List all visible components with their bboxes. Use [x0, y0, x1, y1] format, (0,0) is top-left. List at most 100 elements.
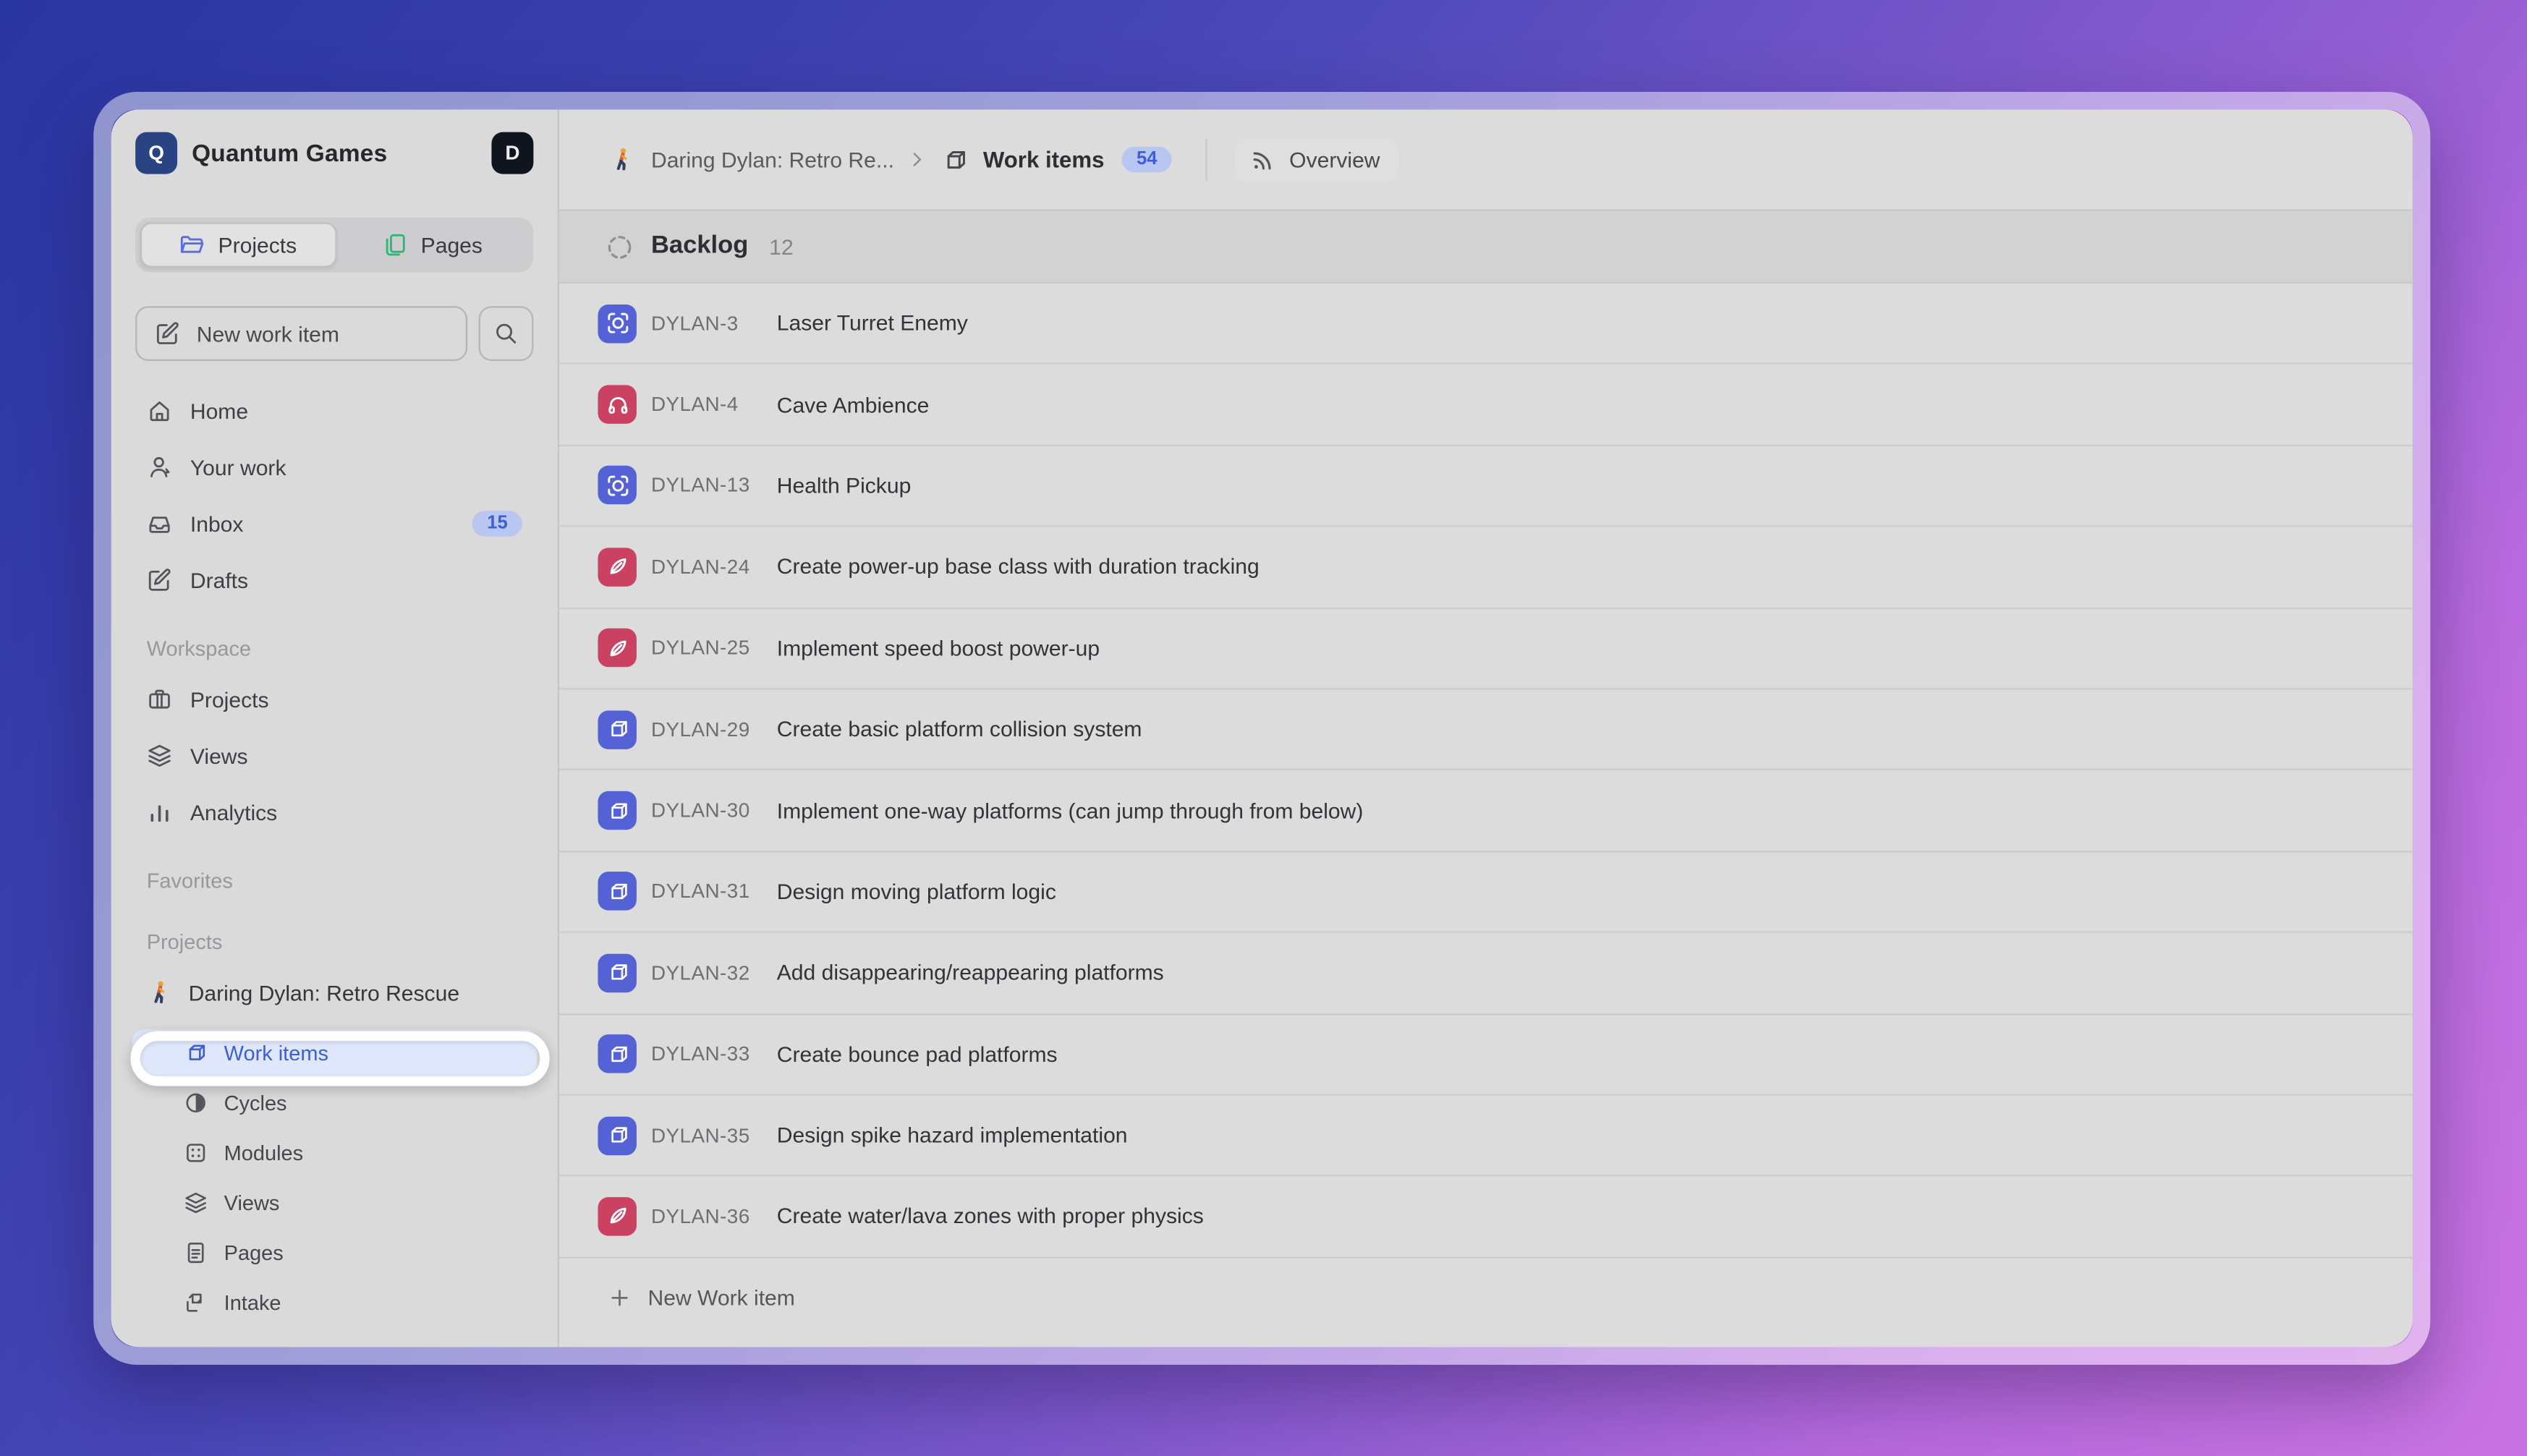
work-items-icon	[941, 146, 969, 174]
inbox-count-badge: 15	[472, 511, 522, 537]
work-item-title: Create power-up base class with duration…	[777, 555, 1260, 579]
sidebar-item-inbox[interactable]: Inbox 15	[135, 500, 533, 548]
sidebar-item-label: Intake	[224, 1290, 281, 1314]
work-item-row[interactable]: DYLAN-32 Add disappearing/reappearing pl…	[559, 933, 2413, 1014]
runner-emoji-icon	[609, 147, 635, 173]
sidebar-item-drafts[interactable]: Drafts	[135, 556, 533, 605]
work-item-row[interactable]: DYLAN-30 Implement one-way platforms (ca…	[559, 771, 2413, 852]
tab-projects-label: Projects	[218, 233, 297, 257]
sidebar-item-analytics[interactable]: Analytics	[135, 788, 533, 836]
work-item-row[interactable]: DYLAN-24 Create power-up base class with…	[559, 527, 2413, 608]
sidebar-item-label: Projects	[190, 687, 269, 711]
work-item-row[interactable]: DYLAN-33 Create bounce pad platforms	[559, 1014, 2413, 1095]
work-item-list: DYLAN-3 Laser Turret Enemy DYLAN-4 Cave …	[559, 284, 2413, 1258]
work-item-title: Cave Ambience	[777, 393, 930, 417]
project-row-daring-dylan[interactable]: Daring Dylan: Retro Rescue	[135, 968, 533, 1017]
user-icon	[147, 454, 173, 480]
sidebar: Q Quantum Games D Projects Pages	[111, 109, 559, 1347]
work-item-title: Create water/lava zones with proper phys…	[777, 1204, 1204, 1228]
work-item-row[interactable]: DYLAN-29 Create basic platform collision…	[559, 689, 2413, 770]
user-avatar[interactable]: D	[491, 132, 533, 174]
project-name: Daring Dylan: Retro Rescue	[189, 981, 459, 1005]
work-item-row[interactable]: DYLAN-3 Laser Turret Enemy	[559, 284, 2413, 365]
sidebar-item-label: Pages	[224, 1240, 284, 1264]
section-label-projects[interactable]: Projects	[147, 929, 534, 958]
work-item-id: DYLAN-33	[651, 1043, 777, 1065]
work-item-title: Design spike hazard implementation	[777, 1123, 1128, 1147]
layers-icon	[147, 743, 173, 769]
overview-tab[interactable]: Overview	[1234, 137, 1399, 181]
sidebar-item-label: Modules	[224, 1141, 303, 1165]
tab-pages-label: Pages	[421, 233, 483, 257]
target-icon	[598, 467, 636, 505]
header-divider	[1205, 139, 1207, 181]
sidebar-item-label: Cycles	[224, 1091, 287, 1115]
work-item-row[interactable]: DYLAN-35 Design spike hazard implementat…	[559, 1096, 2413, 1177]
work-item-title: Health Pickup	[777, 474, 912, 498]
runner-emoji-icon	[147, 979, 173, 1005]
work-item-id: DYLAN-30	[651, 799, 777, 822]
breadcrumb-project[interactable]: Daring Dylan: Retro Re...	[651, 148, 893, 171]
intake-icon	[184, 1290, 208, 1314]
sidebar-item-label: Analytics	[190, 800, 277, 824]
sidebar-item-project-views[interactable]: Views	[135, 1180, 533, 1227]
sidebar-item-projects[interactable]: Projects	[135, 675, 533, 723]
tab-projects[interactable]: Projects	[140, 222, 336, 267]
work-item-title: Create basic platform collision system	[777, 718, 1142, 741]
sidebar-item-label: Drafts	[190, 568, 248, 592]
workspace-switcher[interactable]: Q Quantum Games	[135, 132, 387, 174]
feather-icon	[598, 1197, 636, 1235]
work-item-id: DYLAN-4	[651, 393, 777, 416]
folder-icon	[179, 232, 205, 258]
feather-icon	[598, 629, 636, 667]
sidebar-item-your-work[interactable]: Your work	[135, 443, 533, 492]
pages-icon	[382, 232, 408, 258]
sidebar-item-home[interactable]: Home	[135, 387, 533, 435]
rss-icon	[1251, 148, 1275, 171]
modules-icon	[184, 1141, 208, 1165]
section-label-favorites[interactable]: Favorites	[147, 869, 534, 898]
overview-label: Overview	[1289, 148, 1380, 171]
group-count: 12	[769, 234, 793, 258]
sidebar-item-label: Work items	[224, 1041, 328, 1065]
new-work-item-row-button[interactable]: New Work item	[559, 1258, 2413, 1338]
new-work-item-button[interactable]: New work item	[135, 306, 467, 361]
work-item-id: DYLAN-13	[651, 474, 777, 497]
app-window: Q Quantum Games D Projects Pages	[93, 92, 2430, 1365]
work-item-title: Implement speed boost power-up	[777, 636, 1100, 660]
breadcrumb-section[interactable]: Work items	[983, 147, 1105, 173]
chevron-right-icon	[907, 150, 927, 169]
work-item-row[interactable]: DYLAN-4 Cave Ambience	[559, 365, 2413, 446]
section-label-workspace: Workspace	[147, 637, 534, 665]
sidebar-item-project-pages[interactable]: Pages	[135, 1230, 533, 1277]
workspace-header: Q Quantum Games D	[135, 129, 533, 177]
cube-icon	[598, 1116, 636, 1154]
work-item-title: Design moving platform logic	[777, 880, 1056, 903]
work-item-id: DYLAN-32	[651, 962, 777, 984]
cycles-icon	[184, 1091, 208, 1115]
work-item-id: DYLAN-31	[651, 880, 777, 903]
new-work-item-row: New work item	[135, 306, 533, 361]
work-item-id: DYLAN-29	[651, 718, 777, 741]
sidebar-item-intake[interactable]: Intake	[135, 1280, 533, 1327]
sidebar-item-cycles[interactable]: Cycles	[135, 1080, 533, 1127]
search-button[interactable]	[479, 306, 534, 361]
target-icon	[598, 304, 636, 342]
work-item-row[interactable]: DYLAN-13 Health Pickup	[559, 446, 2413, 527]
sidebar-item-views[interactable]: Views	[135, 731, 533, 780]
tab-pages[interactable]: Pages	[336, 222, 528, 267]
sidebar-item-label: Inbox	[190, 511, 244, 535]
work-item-row[interactable]: DYLAN-36 Create water/lava zones with pr…	[559, 1177, 2413, 1258]
sidebar-item-modules[interactable]: Modules	[135, 1130, 533, 1177]
group-header-backlog[interactable]: Backlog 12	[559, 210, 2413, 284]
work-item-row[interactable]: DYLAN-31 Design moving platform logic	[559, 852, 2413, 933]
cube-icon	[598, 710, 636, 749]
drafts-icon	[147, 567, 173, 593]
work-item-row[interactable]: DYLAN-25 Implement speed boost power-up	[559, 608, 2413, 689]
analytics-icon	[147, 799, 173, 825]
cube-icon	[598, 1035, 636, 1073]
work-item-id: DYLAN-36	[651, 1205, 777, 1227]
cube-icon	[598, 953, 636, 992]
inbox-icon	[147, 511, 173, 537]
sidebar-item-work-items[interactable]: Work items	[132, 1029, 537, 1076]
